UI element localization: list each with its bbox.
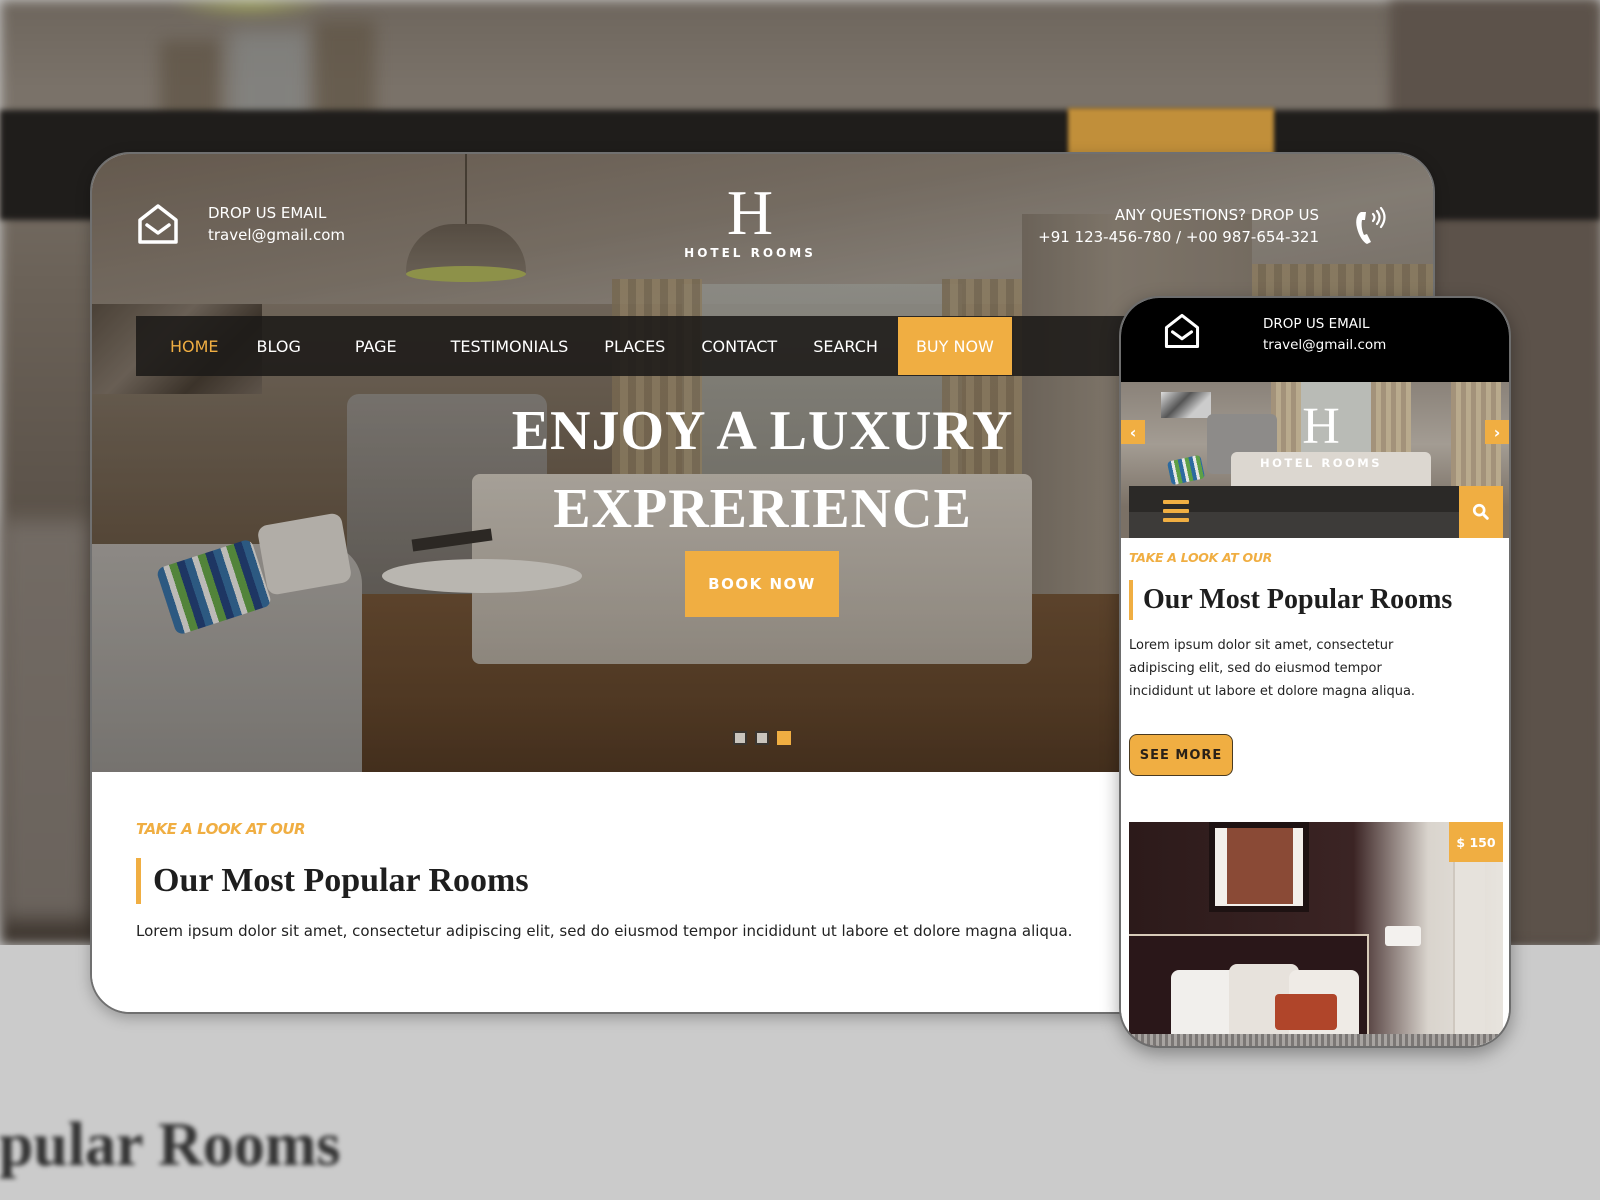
logo-name: HOTEL ROOMS: [684, 246, 816, 260]
background-blurred-title: Popular Rooms: [0, 1111, 341, 1179]
hotel-logo[interactable]: H HOTEL ROOMS: [680, 177, 820, 261]
hamburger-menu-icon[interactable]: [1163, 500, 1189, 524]
mobile-navbar: [1129, 486, 1503, 538]
mobile-mockup: DROP US EMAIL travel@gmail.com H HOTEL R…: [1119, 296, 1511, 1048]
room-photo-blanket: [1129, 1034, 1503, 1046]
background-bed: [0, 520, 90, 920]
mobile-hero-wall-art: [1161, 392, 1211, 418]
mobile-section-title: Our Most Popular Rooms: [1129, 580, 1452, 620]
mobile-email-link[interactable]: travel@gmail.com: [1263, 335, 1386, 356]
envelope-open-icon: [1163, 312, 1201, 350]
search-icon: [1472, 503, 1489, 520]
logo-letter: H: [726, 177, 774, 248]
chevron-right-icon[interactable]: ›: [1485, 420, 1509, 444]
section-title: Our Most Popular Rooms: [136, 858, 529, 904]
book-now-button[interactable]: BOOK NOW: [685, 551, 839, 617]
room-card[interactable]: $ 150: [1129, 822, 1503, 1046]
phone-label: ANY QUESTIONS? DROP US: [1114, 206, 1319, 224]
section-description: Lorem ipsum dolor sit amet, consectetur …: [136, 922, 1073, 940]
nav-item-search[interactable]: SEARCH: [813, 316, 878, 376]
price-badge: $ 150: [1449, 822, 1503, 862]
section-eyebrow: TAKE A LOOK AT OUR: [136, 820, 306, 838]
email-link[interactable]: travel@gmail.com: [208, 224, 345, 246]
nav-item-page[interactable]: PAGE: [355, 316, 397, 376]
phone-numbers[interactable]: +91 123-456-780 / +00 987-654-321: [1038, 226, 1319, 248]
topbar-email: DROP US EMAIL travel@gmail.com: [136, 202, 345, 246]
email-label: DROP US EMAIL: [208, 204, 327, 222]
room-photo-cushion: [1275, 994, 1337, 1030]
room-photo-door: [1453, 862, 1485, 1046]
mobile-hotel-logo[interactable]: H HOTEL ROOMS: [1251, 398, 1391, 471]
mobile-topbar: DROP US EMAIL travel@gmail.com: [1121, 298, 1509, 382]
mobile-section-eyebrow: TAKE A LOOK AT OUR: [1129, 550, 1273, 565]
envelope-open-icon: [136, 202, 180, 246]
mobile-logo-letter: H: [1302, 398, 1340, 455]
mobile-email-label: DROP US EMAIL: [1263, 316, 1370, 332]
nav-item-contact[interactable]: CONTACT: [701, 316, 777, 376]
mobile-section-description: Lorem ipsum dolor sit amet, consectetur …: [1129, 638, 1416, 699]
see-more-button[interactable]: SEE MORE: [1129, 734, 1233, 776]
carousel-indicators: [733, 731, 791, 745]
carousel-dot-1[interactable]: [733, 731, 747, 745]
nav-item-blog[interactable]: BLOG: [257, 316, 301, 376]
nav-item-testimonials[interactable]: TESTIMONIALS: [451, 316, 569, 376]
chevron-left-icon[interactable]: ‹: [1121, 420, 1145, 444]
buy-now-button[interactable]: BUY NOW: [897, 317, 1012, 375]
carousel-dot-3[interactable]: [777, 731, 791, 745]
room-photo-frame: [1209, 822, 1309, 912]
mobile-search-button[interactable]: [1459, 486, 1503, 538]
mobile-hero-pillow: [1166, 454, 1206, 486]
nav-item-home[interactable]: HOME: [170, 316, 219, 376]
room-photo-lamp: [1385, 926, 1421, 946]
carousel-dot-2[interactable]: [755, 731, 769, 745]
mobile-logo-name: HOTEL ROOMS: [1259, 456, 1383, 470]
topbar-phone: ANY QUESTIONS? DROP US +91 123-456-780 /…: [1038, 204, 1389, 248]
nav-item-places[interactable]: PLACES: [604, 316, 665, 376]
phone-ringing-icon: [1353, 204, 1389, 248]
mobile-popular-rooms-section: TAKE A LOOK AT OUR Our Most Popular Room…: [1121, 538, 1509, 1046]
